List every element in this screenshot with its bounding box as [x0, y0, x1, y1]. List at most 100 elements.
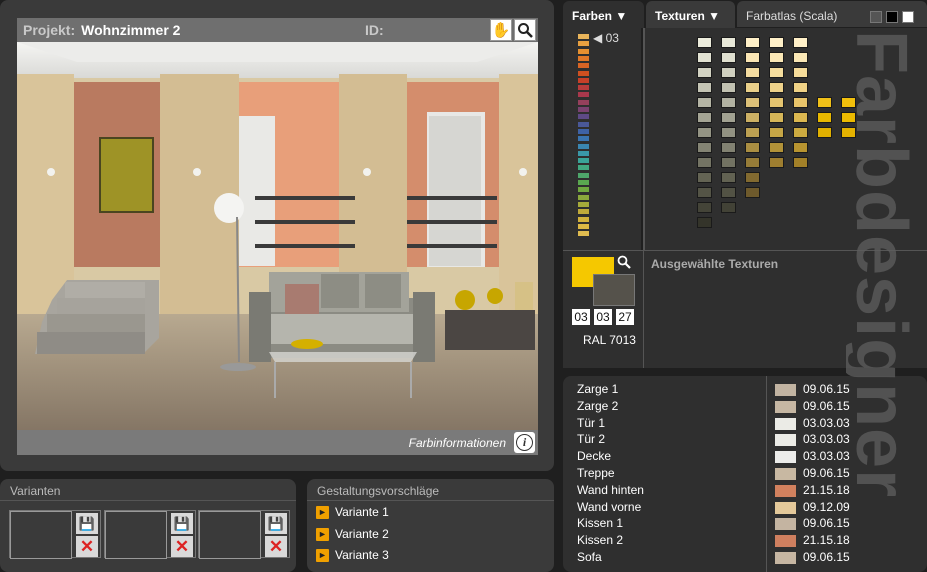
- strip-swatch[interactable]: [578, 77, 589, 83]
- color-swatch[interactable]: [721, 82, 736, 93]
- color-swatch[interactable]: [793, 127, 808, 138]
- color-swatch[interactable]: [721, 97, 736, 108]
- color-swatch[interactable]: [721, 202, 736, 213]
- color-swatch[interactable]: [697, 37, 712, 48]
- color-swatch[interactable]: [793, 157, 808, 168]
- color-swatch[interactable]: [697, 202, 712, 213]
- color-swatch[interactable]: [697, 187, 712, 198]
- strip-swatch[interactable]: [578, 107, 589, 112]
- color-swatch[interactable]: [697, 172, 712, 183]
- delete-icon[interactable]: ✕: [171, 536, 193, 557]
- color-swatch[interactable]: [793, 37, 808, 48]
- color-swatch[interactable]: [793, 82, 808, 93]
- save-icon[interactable]: 💾: [76, 513, 98, 534]
- color-swatch[interactable]: [769, 142, 784, 153]
- variant-slot[interactable]: 💾 ✕: [104, 510, 196, 559]
- color-swatch[interactable]: [745, 97, 760, 108]
- color-swatch[interactable]: [769, 157, 784, 168]
- color-swatch[interactable]: [721, 52, 736, 63]
- element-color-swatch[interactable]: [775, 434, 796, 447]
- tab-farben[interactable]: Farben ▼: [563, 1, 644, 28]
- color-swatch[interactable]: [769, 37, 784, 48]
- color-swatch[interactable]: [745, 112, 760, 123]
- variant-slot[interactable]: 💾 ✕: [198, 510, 290, 559]
- delete-icon[interactable]: ✕: [76, 536, 98, 557]
- strip-swatch[interactable]: [578, 150, 589, 156]
- proposal-item[interactable]: ► Variante 3: [316, 548, 389, 562]
- secondary-color-swatch[interactable]: [593, 274, 635, 306]
- color-swatch[interactable]: [745, 52, 760, 63]
- color-swatch[interactable]: [697, 82, 712, 93]
- color-swatch[interactable]: [745, 127, 760, 138]
- strip-swatch[interactable]: [578, 70, 589, 76]
- variant-slot[interactable]: 💾 ✕: [9, 510, 101, 559]
- color-swatch[interactable]: [793, 112, 808, 123]
- color-swatch[interactable]: [745, 172, 760, 183]
- strip-swatch[interactable]: [578, 114, 589, 120]
- color-swatch[interactable]: [769, 127, 784, 138]
- color-swatch[interactable]: [721, 127, 736, 138]
- strip-swatch[interactable]: [578, 136, 589, 142]
- strip-swatch[interactable]: [578, 55, 589, 61]
- color-swatch[interactable]: [697, 112, 712, 123]
- color-swatch[interactable]: [817, 97, 832, 108]
- tab-texturen[interactable]: Texturen ▼: [646, 1, 735, 28]
- strip-swatch[interactable]: [578, 165, 589, 171]
- color-swatch[interactable]: [793, 67, 808, 78]
- room-image[interactable]: [17, 42, 538, 430]
- proposal-item[interactable]: ► Variante 1: [316, 505, 389, 519]
- save-icon[interactable]: 💾: [265, 513, 287, 534]
- strip-swatch[interactable]: [578, 209, 589, 215]
- variant-thumbnail[interactable]: [199, 511, 261, 559]
- strip-swatch[interactable]: [578, 194, 589, 200]
- color-swatch[interactable]: [769, 97, 784, 108]
- color-swatch[interactable]: [793, 52, 808, 63]
- info-button[interactable]: i: [514, 432, 535, 453]
- element-color-swatch[interactable]: [775, 400, 796, 413]
- color-swatch[interactable]: [697, 217, 712, 228]
- color-swatch[interactable]: [721, 172, 736, 183]
- delete-icon[interactable]: ✕: [265, 536, 287, 557]
- color-swatch[interactable]: [721, 112, 736, 123]
- element-color-swatch[interactable]: [775, 384, 796, 396]
- save-icon[interactable]: 💾: [171, 513, 193, 534]
- strip-swatch[interactable]: [578, 180, 589, 185]
- color-swatch[interactable]: [745, 187, 760, 198]
- color-swatch[interactable]: [793, 142, 808, 153]
- bg-dark-gray-button[interactable]: [870, 11, 882, 23]
- magnifier-icon[interactable]: [514, 19, 536, 41]
- strip-swatch[interactable]: [578, 92, 589, 98]
- element-color-swatch[interactable]: [775, 468, 796, 480]
- strip-swatch[interactable]: [578, 187, 589, 193]
- color-swatch[interactable]: [697, 127, 712, 138]
- color-swatch[interactable]: [769, 67, 784, 78]
- color-swatch[interactable]: [721, 37, 736, 48]
- color-swatch[interactable]: [721, 142, 736, 153]
- color-swatch[interactable]: [769, 82, 784, 93]
- variant-thumbnail[interactable]: [105, 511, 167, 559]
- strip-swatch[interactable]: [578, 216, 589, 222]
- color-swatch[interactable]: [745, 142, 760, 153]
- element-color-swatch[interactable]: [775, 417, 796, 430]
- bg-black-button[interactable]: [886, 11, 898, 23]
- element-color-swatch[interactable]: [775, 535, 796, 548]
- strip-swatch[interactable]: [578, 63, 589, 69]
- strip-swatch[interactable]: [578, 121, 589, 127]
- color-swatch[interactable]: [697, 67, 712, 78]
- color-swatch[interactable]: [697, 52, 712, 63]
- color-swatch[interactable]: [721, 157, 736, 168]
- strip-swatch[interactable]: [578, 128, 589, 134]
- color-swatch[interactable]: [793, 97, 808, 108]
- element-color-swatch[interactable]: [775, 552, 796, 564]
- color-swatch[interactable]: [769, 52, 784, 63]
- tab-farbatlas[interactable]: Farbatlas (Scala): [737, 1, 927, 27]
- strip-swatch[interactable]: [578, 48, 589, 54]
- strip-swatch[interactable]: [578, 172, 589, 178]
- color-swatch[interactable]: [745, 67, 760, 78]
- element-color-swatch[interactable]: [775, 501, 796, 514]
- color-swatch[interactable]: [721, 67, 736, 78]
- color-swatch[interactable]: [697, 97, 712, 108]
- element-color-swatch[interactable]: [775, 484, 796, 497]
- strip-swatch[interactable]: [578, 201, 589, 207]
- variant-thumbnail[interactable]: [10, 511, 72, 559]
